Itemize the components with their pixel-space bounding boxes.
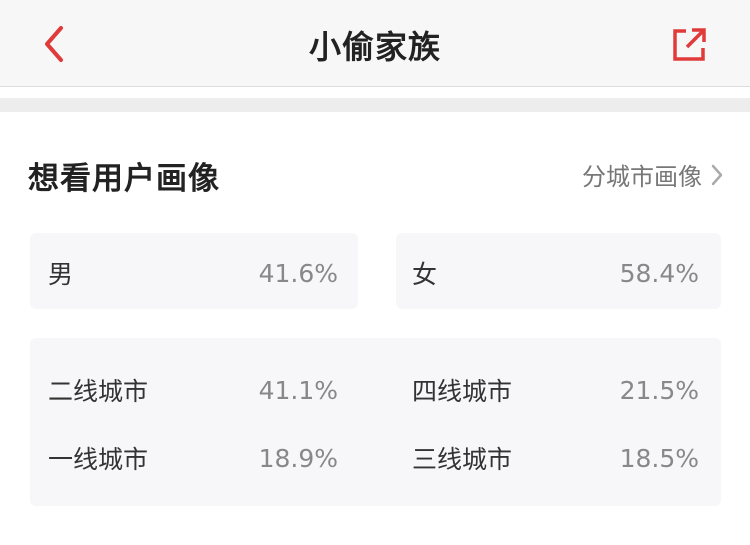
city-tier-percentage: 18.5% <box>619 443 699 473</box>
city-tier-percentage: 18.9% <box>258 443 338 473</box>
city-profile-link-label: 分城市画像 <box>582 163 702 191</box>
city-tier-label: 四线城市 <box>412 377 513 406</box>
city-tier-percentage: 21.5% <box>619 375 699 405</box>
city-tier-row: 二线城市 41.1% <box>48 372 338 408</box>
city-tier-row: 四线城市 21.5% <box>412 372 699 408</box>
city-tier-row: 三线城市 18.5% <box>412 440 699 476</box>
share-button[interactable] <box>668 24 710 66</box>
city-tier-card: 二线城市 41.1% 四线城市 21.5% 一线城市 18.9% 三线城市 18… <box>30 338 721 506</box>
chevron-right-icon <box>711 164 723 185</box>
section-divider <box>0 98 750 112</box>
gender-percentage: 41.6% <box>258 258 338 288</box>
section-title: 想看用户画像 <box>28 161 220 197</box>
share-external-icon <box>673 28 706 61</box>
gender-male-card: 男 41.6% <box>30 233 358 309</box>
city-tier-label: 一线城市 <box>48 445 149 474</box>
gender-female-card: 女 58.4% <box>396 233 721 309</box>
city-tier-label: 三线城市 <box>412 445 513 474</box>
gender-row: 女 58.4% <box>412 255 699 291</box>
navigation-bar: 小偷家族 <box>0 0 750 87</box>
gender-label: 男 <box>48 260 74 289</box>
city-profile-link[interactable]: 分城市画像 <box>582 157 724 192</box>
page-title: 小偷家族 <box>308 28 441 66</box>
gender-label: 女 <box>412 260 438 289</box>
city-tier-label: 二线城市 <box>48 377 149 406</box>
gender-percentage: 58.4% <box>619 258 699 288</box>
gender-row: 男 41.6% <box>48 255 338 291</box>
city-tier-row: 一线城市 18.9% <box>48 440 338 476</box>
city-tier-percentage: 41.1% <box>258 375 338 405</box>
